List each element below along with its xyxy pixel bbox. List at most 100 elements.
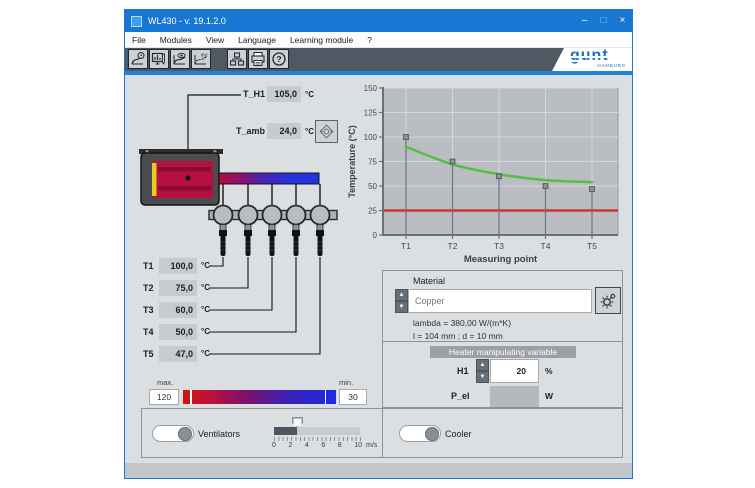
- toggle-knob: [178, 427, 192, 441]
- svg-text:Temperature (°C): Temperature (°C): [347, 125, 357, 197]
- spinner-down-icon[interactable]: ▼: [476, 371, 489, 383]
- slider-tick-label: 0: [272, 442, 276, 449]
- gunt-logo: gunt HAMBURG: [550, 48, 632, 71]
- slider-tick-label: 4: [305, 442, 309, 449]
- h1-unit: %: [545, 366, 553, 376]
- h1-spinner[interactable]: ▲ ▼: [476, 359, 489, 383]
- printer-icon: [250, 51, 266, 67]
- t-h1-unit: °C: [305, 90, 314, 99]
- monitor-chart-icon: [151, 51, 167, 67]
- ambient-fan-button[interactable]: [315, 120, 338, 143]
- temperature-gradient-bar: [183, 390, 336, 404]
- material-settings-button[interactable]: [595, 287, 621, 314]
- svg-text:150: 150: [364, 84, 378, 93]
- sensor-unit: °C: [201, 261, 210, 270]
- slider-tick-label: 10: [354, 442, 362, 449]
- material-lambda-text: lambda = 380,00 W/(m*K): [413, 318, 511, 328]
- p-el-value: [490, 386, 539, 407]
- sensor-value: 100,0: [159, 258, 197, 274]
- help-icon: ?: [271, 51, 287, 67]
- svg-text:T1: T1: [401, 241, 411, 251]
- slider-tick-label: 2: [288, 442, 292, 449]
- minimize-button[interactable]: –: [575, 10, 594, 32]
- sensor-value: 50,0: [159, 324, 197, 340]
- ventilators-label: Ventilators: [198, 429, 240, 439]
- cooler-toggle[interactable]: [399, 425, 441, 442]
- p-el-label: P_el: [451, 391, 470, 401]
- svg-text:50: 50: [368, 182, 377, 191]
- menu-item--[interactable]: ?: [360, 32, 379, 48]
- time-chart-icon: [130, 51, 146, 67]
- spinner-up-icon[interactable]: ▲: [476, 359, 489, 371]
- gears-icon: [600, 292, 617, 309]
- sensor-label: T1: [143, 261, 154, 271]
- scale-max-input[interactable]: 120: [149, 389, 179, 405]
- material-spinner[interactable]: ▲ ▼: [395, 289, 408, 313]
- menu-item-modules[interactable]: Modules: [153, 32, 199, 48]
- slider-labels: 0246810: [272, 442, 362, 449]
- p-el-unit: W: [545, 391, 553, 401]
- accent-line: [125, 71, 632, 75]
- sensor-value: 75,0: [159, 280, 197, 296]
- cooler-label: Cooler: [445, 429, 472, 439]
- svg-text:T2: T2: [448, 241, 458, 251]
- view-chart-button[interactable]: [170, 49, 190, 69]
- svg-text:T5: T5: [587, 241, 597, 251]
- menu-bar: FileModulesViewLanguageLearning module?: [125, 32, 632, 48]
- schematic-button[interactable]: [227, 49, 247, 69]
- svg-text:T4: T4: [541, 241, 551, 251]
- h1-input[interactable]: 20: [490, 359, 539, 383]
- sensor-unit: °C: [201, 349, 210, 358]
- sensor-value: 60,0: [159, 302, 197, 318]
- sensor-label: T3: [143, 305, 154, 315]
- sensor-label: T2: [143, 283, 154, 293]
- material-input[interactable]: Copper: [408, 289, 592, 313]
- ventilators-panel: Ventilators 0246810 m/s: [141, 408, 383, 458]
- material-label: Material: [413, 276, 445, 286]
- svg-text:125: 125: [364, 108, 378, 117]
- t-amb-value: 24,0: [267, 123, 301, 139]
- window-title: WL430 - v. 19.1.2.0: [148, 16, 575, 26]
- temperature-chart: 0255075100125150T1T2T3T4T5Measuring poin…: [345, 80, 625, 276]
- app-icon: [131, 16, 142, 27]
- menu-item-view[interactable]: View: [199, 32, 231, 48]
- fan-icon: [319, 124, 334, 139]
- scale-max-label: max.: [157, 378, 173, 387]
- menu-item-language[interactable]: Language: [231, 32, 283, 48]
- sensor-unit: °C: [201, 305, 210, 314]
- title-bar: WL430 - v. 19.1.2.0 – □ ×: [125, 10, 632, 32]
- function-chart-button[interactable]: f(x): [191, 49, 211, 69]
- t-h1-value: 105,0: [267, 86, 301, 102]
- h1-label: H1: [457, 366, 469, 376]
- status-bar: [125, 463, 632, 478]
- slider-ticks: [274, 437, 361, 441]
- help-button[interactable]: ?: [269, 49, 289, 69]
- maximize-button[interactable]: □: [594, 10, 613, 32]
- svg-text:?: ?: [276, 54, 281, 64]
- app-window: WL430 - v. 19.1.2.0 – □ × FileModulesVie…: [124, 9, 633, 479]
- t-h1-label: T_H1: [225, 89, 265, 99]
- spinner-down-icon[interactable]: ▼: [395, 301, 408, 313]
- cooler-panel: Cooler: [382, 408, 623, 458]
- toggle-knob: [425, 427, 439, 441]
- ventilators-toggle[interactable]: [152, 425, 194, 442]
- sensor-label: T4: [143, 327, 154, 337]
- toolbar: f(x): [125, 48, 632, 71]
- heater-section-header: Heater manipulating variable: [430, 346, 576, 358]
- svg-text:75: 75: [368, 157, 377, 166]
- close-button[interactable]: ×: [613, 10, 632, 32]
- gunt-logo-city: HAMBURG: [597, 63, 626, 68]
- menu-item-learning-module[interactable]: Learning module: [283, 32, 360, 48]
- time-chart-button[interactable]: [128, 49, 148, 69]
- menu-item-file[interactable]: File: [125, 32, 153, 48]
- sensor-unit: °C: [201, 283, 210, 292]
- print-button[interactable]: [248, 49, 268, 69]
- fan-speed-slider-track[interactable]: [274, 427, 360, 435]
- t-amb-unit: °C: [305, 127, 314, 136]
- slider-tick-label: 8: [338, 442, 342, 449]
- monitor-chart-button[interactable]: [149, 49, 169, 69]
- scale-min-input[interactable]: 30: [339, 389, 367, 405]
- svg-text:f(x): f(x): [201, 53, 208, 58]
- schematic-icon: [229, 51, 245, 67]
- spinner-up-icon[interactable]: ▲: [395, 289, 408, 301]
